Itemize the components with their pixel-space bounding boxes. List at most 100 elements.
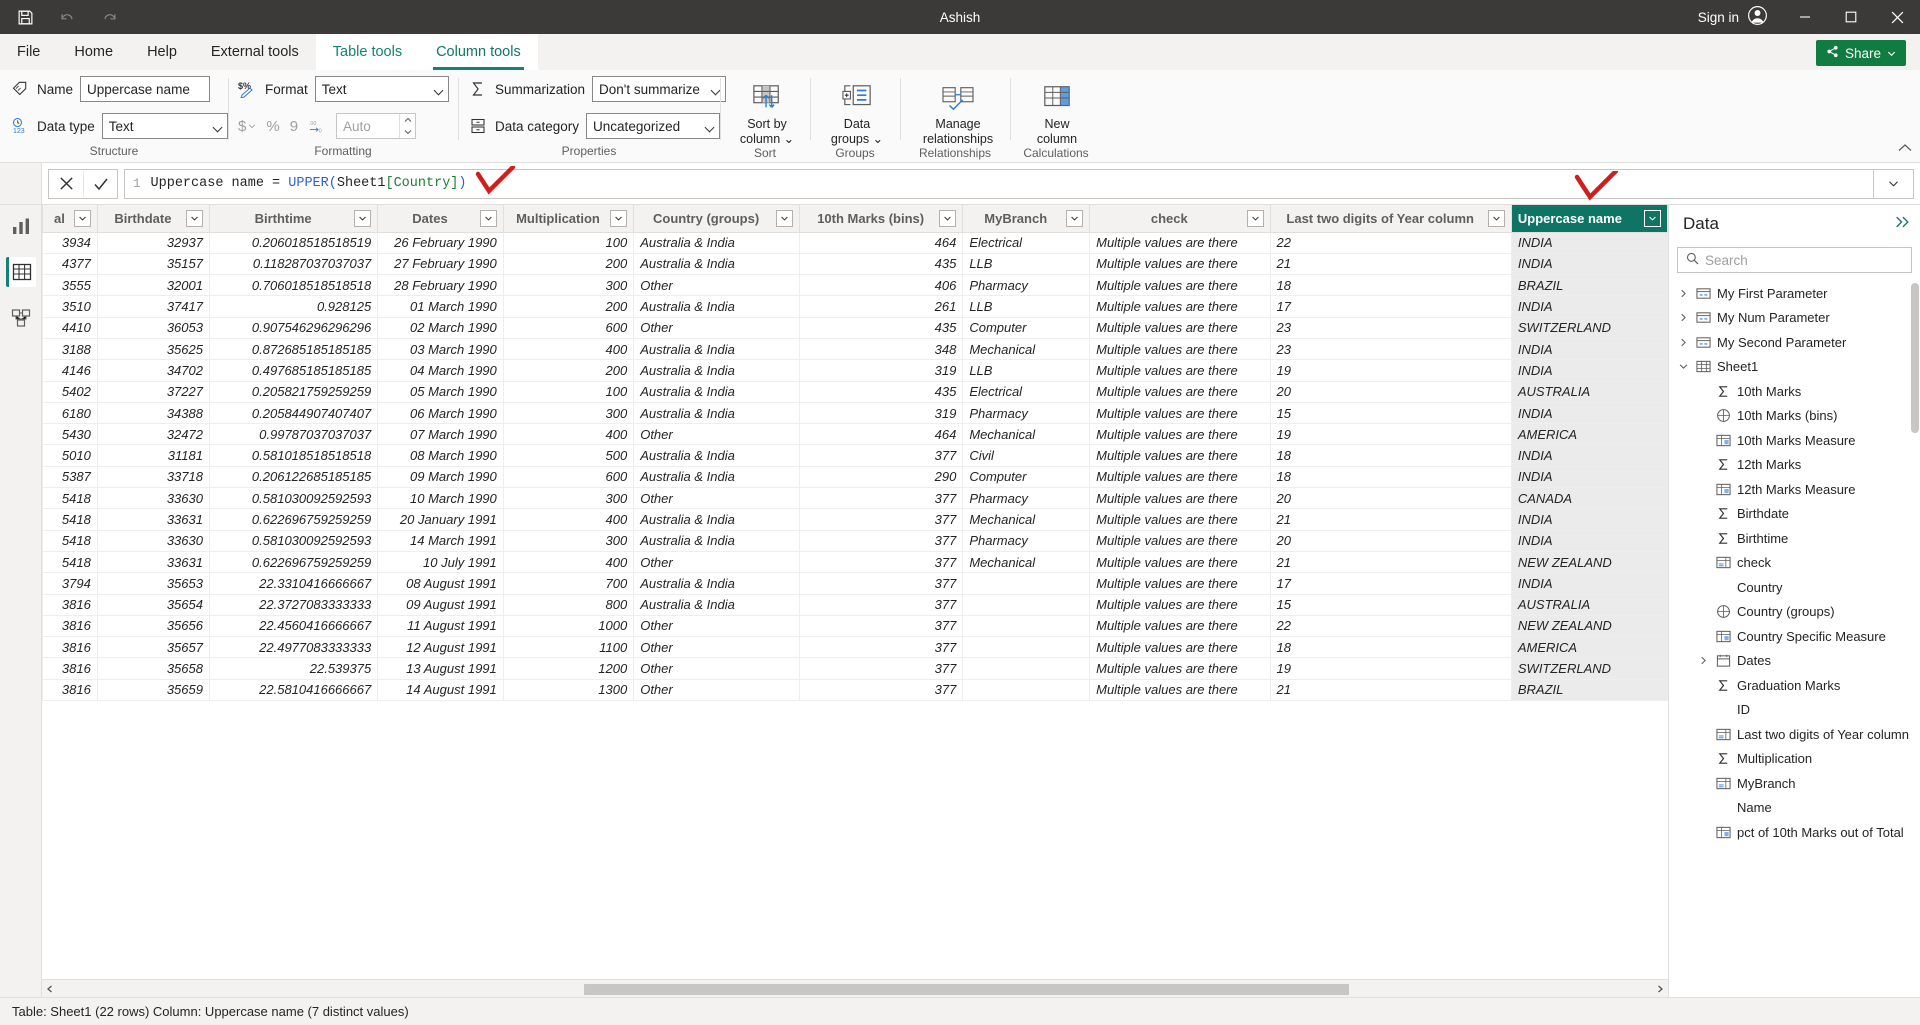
table-cell[interactable]: 0.206122685185185 bbox=[208, 465, 379, 489]
table-cell[interactable]: 22 bbox=[1269, 231, 1512, 254]
column-filter-icon[interactable] bbox=[185, 209, 203, 227]
field-list-item-sheet1[interactable]: Sheet1 bbox=[1669, 355, 1920, 380]
close-button[interactable] bbox=[1874, 0, 1920, 34]
table-cell[interactable]: 4377 bbox=[42, 252, 98, 276]
table-row[interactable]: 5418 33631 0.622696759259259 20 January 199… bbox=[42, 508, 1668, 531]
table-cell[interactable]: Multiple values are there bbox=[1089, 401, 1271, 425]
table-cell[interactable]: 14 August 1991 bbox=[377, 678, 504, 702]
table-cell[interactable]: Other bbox=[633, 657, 800, 680]
save-icon[interactable] bbox=[14, 6, 36, 28]
table-cell[interactable]: 21 bbox=[1269, 252, 1512, 276]
table-cell[interactable]: 1300 bbox=[502, 678, 635, 702]
table-cell[interactable]: 0.581030092592593 bbox=[208, 529, 379, 552]
stepper-down-icon[interactable] bbox=[400, 126, 415, 138]
collapse-ribbon-button[interactable] bbox=[1898, 141, 1912, 156]
table-cell[interactable]: 20 January 1991 bbox=[377, 508, 504, 531]
table-cell[interactable]: 5010 bbox=[42, 444, 98, 467]
table-cell[interactable]: 5418 bbox=[42, 529, 98, 552]
table-cell[interactable]: 406 bbox=[798, 274, 964, 297]
table-cell[interactable]: 09 August 1991 bbox=[377, 593, 504, 616]
format-select[interactable]: Text bbox=[314, 76, 449, 102]
table-cell[interactable]: Multiple values are there bbox=[1089, 636, 1271, 659]
field-list-item-10th-marks-measure[interactable]: 10th Marks Measure bbox=[1669, 428, 1920, 453]
column-header-10th-marks-bins[interactable]: 10th Marks (bins) bbox=[798, 205, 964, 233]
table-cell[interactable]: 5402 bbox=[42, 380, 98, 403]
table-cell[interactable]: 31181 bbox=[96, 444, 210, 467]
table-cell[interactable]: 300 bbox=[502, 487, 635, 510]
table-cell[interactable]: 0.907546296296296 bbox=[208, 316, 379, 339]
table-cell[interactable]: 377 bbox=[798, 657, 964, 680]
table-cell[interactable]: 19 bbox=[1269, 657, 1512, 680]
accept-formula-icon[interactable] bbox=[83, 169, 117, 198]
table-cell[interactable]: 435 bbox=[798, 316, 964, 339]
table-cell[interactable]: 0.706018518518518 bbox=[208, 274, 379, 297]
column-header-mybranch[interactable]: MyBranch bbox=[962, 205, 1091, 233]
chevron-right-icon[interactable] bbox=[1677, 289, 1689, 298]
table-cell[interactable]: 5387 bbox=[42, 465, 98, 489]
table-cell[interactable]: Multiple values are there bbox=[1089, 572, 1271, 595]
table-cell[interactable]: 23 bbox=[1269, 337, 1512, 361]
table-cell[interactable]: Computer bbox=[962, 465, 1091, 489]
table-cell[interactable]: 5418 bbox=[42, 487, 98, 510]
table-cell[interactable]: Multiple values are there bbox=[1089, 529, 1271, 552]
table-cell[interactable]: Multiple values are there bbox=[1089, 508, 1271, 531]
chevron-right-icon[interactable] bbox=[1677, 338, 1689, 347]
table-cell[interactable]: Australia & India bbox=[633, 572, 800, 595]
data-type-select[interactable]: Text bbox=[101, 113, 228, 139]
table-cell[interactable]: Multiple values are there bbox=[1089, 444, 1271, 467]
table-cell[interactable]: 22.5810416666667 bbox=[208, 678, 379, 702]
tab-file[interactable]: File bbox=[0, 34, 57, 70]
tab-help[interactable]: Help bbox=[130, 34, 194, 70]
table-cell[interactable]: NEW ZEALAND bbox=[1510, 614, 1668, 638]
stepper-up-icon[interactable] bbox=[400, 114, 415, 126]
column-header-birthtime[interactable]: Birthtime bbox=[208, 205, 379, 233]
table-cell[interactable]: 400 bbox=[502, 337, 635, 361]
table-cell[interactable]: 400 bbox=[502, 508, 635, 531]
field-list-item-birthtime[interactable]: Birthtime bbox=[1669, 526, 1920, 551]
table-cell[interactable]: 20 bbox=[1269, 380, 1512, 403]
column-header-birthdate[interactable]: Birthdate bbox=[96, 205, 210, 233]
table-cell[interactable]: 35658 bbox=[96, 657, 210, 680]
table-cell[interactable]: 33630 bbox=[96, 487, 210, 510]
table-cell[interactable]: 23 bbox=[1269, 316, 1512, 339]
table-cell[interactable]: 26 February 1990 bbox=[377, 231, 504, 254]
table-cell[interactable]: Electrical bbox=[962, 380, 1091, 403]
table-cell[interactable]: Multiple values are there bbox=[1089, 423, 1271, 446]
table-cell[interactable]: 290 bbox=[798, 465, 964, 489]
column-filter-icon[interactable] bbox=[354, 209, 372, 227]
table-cell[interactable]: 300 bbox=[502, 274, 635, 297]
table-row[interactable]: 4377 35157 0.118287037037037 27 February 19… bbox=[42, 252, 1668, 276]
column-header-country-groups[interactable]: Country (groups) bbox=[633, 205, 800, 233]
table-cell[interactable]: 20 bbox=[1269, 487, 1512, 510]
table-cell[interactable]: 12 August 1991 bbox=[377, 636, 504, 659]
table-cell[interactable]: 3816 bbox=[42, 657, 98, 680]
table-cell[interactable]: 28 February 1990 bbox=[377, 274, 504, 297]
undo-icon[interactable] bbox=[56, 6, 78, 28]
table-cell[interactable]: INDIA bbox=[1510, 231, 1668, 254]
table-cell[interactable]: 435 bbox=[798, 380, 964, 403]
sign-in-button[interactable]: Sign in bbox=[1684, 5, 1782, 29]
tab-column-tools[interactable]: Column tools bbox=[419, 34, 538, 70]
column-filter-icon[interactable] bbox=[1487, 209, 1505, 227]
table-cell[interactable]: 4146 bbox=[42, 359, 98, 382]
table-cell[interactable]: 3816 bbox=[42, 614, 98, 638]
table-cell[interactable]: 35654 bbox=[96, 593, 210, 616]
chevron-right-icon[interactable] bbox=[1697, 656, 1709, 665]
table-cell[interactable]: AUSTRALIA bbox=[1510, 380, 1668, 403]
field-list-item-country[interactable]: Country bbox=[1669, 575, 1920, 600]
table-cell[interactable]: 0.581018518518518 bbox=[208, 444, 379, 467]
table-cell[interactable]: 100 bbox=[502, 380, 635, 403]
table-cell[interactable]: AMERICA bbox=[1510, 423, 1668, 446]
table-cell[interactable]: Pharmacy bbox=[962, 274, 1091, 297]
thousands-separator-button[interactable]: 9 bbox=[290, 118, 298, 135]
table-cell[interactable]: 35625 bbox=[96, 337, 210, 361]
report-view-icon[interactable] bbox=[6, 211, 36, 241]
scroll-left-icon[interactable] bbox=[42, 981, 58, 997]
table-cell[interactable]: 0.581030092592593 bbox=[208, 487, 379, 510]
table-cell[interactable]: 08 March 1990 bbox=[377, 444, 504, 467]
table-cell[interactable]: 14 March 1991 bbox=[377, 529, 504, 552]
tab-external-tools[interactable]: External tools bbox=[194, 34, 316, 70]
table-cell[interactable]: 3816 bbox=[42, 636, 98, 659]
minimize-button[interactable] bbox=[1782, 0, 1828, 34]
table-cell[interactable]: Other bbox=[633, 636, 800, 659]
